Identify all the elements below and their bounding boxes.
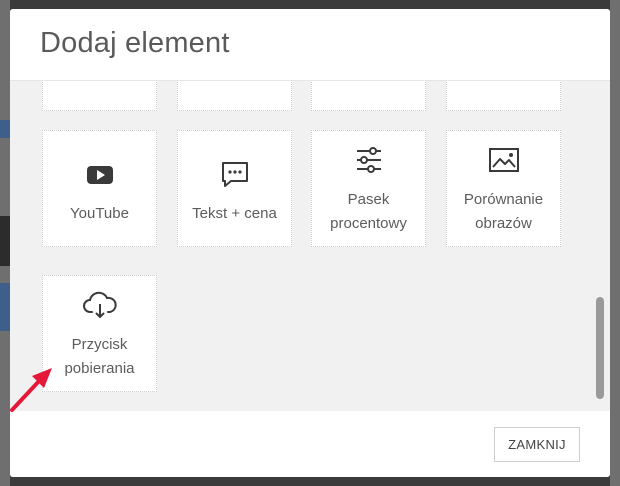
element-tile[interactable] — [311, 81, 426, 111]
annotation-arrow-icon — [10, 368, 52, 412]
background-right — [610, 0, 620, 486]
tile-label-line: Pasek — [347, 191, 390, 208]
chat-dots-icon — [178, 159, 291, 189]
tile-label-line: pobierania — [64, 360, 135, 377]
tile-label-line: Przycisk — [71, 336, 128, 353]
tile-label: Tekst + cena — [192, 205, 277, 222]
element-tile[interactable] — [446, 81, 561, 111]
element-tile[interactable] — [177, 81, 292, 111]
modal-footer: ZAMKNIJ — [10, 411, 610, 477]
close-button[interactable]: ZAMKNIJ — [494, 427, 580, 462]
tile-label: Porównanie obrazów — [451, 188, 556, 236]
tile-label: Przycisk pobierania — [47, 333, 152, 381]
tile-label-line: obrazów — [475, 215, 532, 232]
modal-title: Dodaj element — [40, 27, 230, 59]
add-element-modal: Dodaj element YouTube Tekst + cena Pasek… — [10, 9, 610, 477]
tile-youtube[interactable]: YouTube — [42, 130, 157, 247]
tile-label-line: procentowy — [330, 215, 407, 232]
image-icon — [447, 145, 560, 175]
tile-image-compare[interactable]: Porównanie obrazów — [446, 130, 561, 247]
youtube-icon — [43, 159, 156, 189]
tile-percent-bar[interactable]: Pasek procentowy — [311, 130, 426, 247]
sliders-icon — [312, 145, 425, 175]
element-grid: YouTube Tekst + cena Pasek procentowy Po… — [10, 81, 610, 412]
tile-text-price[interactable]: Tekst + cena — [177, 130, 292, 247]
tile-label-line: Porównanie — [463, 191, 544, 208]
tile-label: YouTube — [70, 205, 129, 222]
background-strip — [0, 283, 10, 331]
cloud-download-icon — [43, 290, 156, 320]
modal-header: Dodaj element — [10, 9, 610, 81]
scrollbar-thumb[interactable] — [596, 297, 604, 399]
element-tile[interactable] — [42, 81, 157, 111]
background-strip — [0, 216, 10, 266]
background-strip — [0, 120, 10, 138]
tile-label: Pasek procentowy — [316, 188, 421, 236]
tile-download-button[interactable]: Przycisk pobierania — [42, 275, 157, 392]
